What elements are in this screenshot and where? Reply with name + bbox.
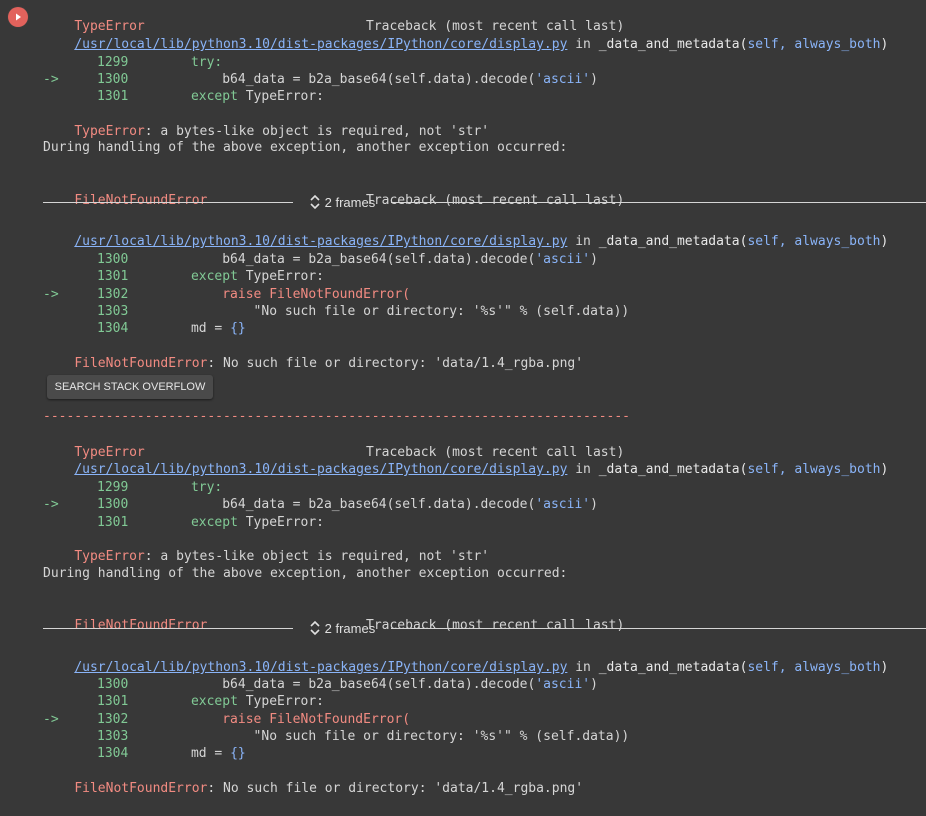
function-name: _data_and_metadata xyxy=(598,462,740,477)
error-name: FileNotFoundError xyxy=(74,356,208,371)
traceback-header: FileNotFoundError Traceback (most recent … xyxy=(43,174,624,208)
frame-location: /usr/local/lib/python3.10/dist-packages/… xyxy=(74,660,889,675)
in-word: in xyxy=(567,37,599,52)
line-number: 1304 xyxy=(97,321,129,336)
frames-label[interactable]: 2 frames xyxy=(309,619,375,639)
run-button-disc xyxy=(8,7,28,27)
code-line: 1303 "No such file or directory: '%s'" %… xyxy=(43,710,629,744)
collapsed-frames-toggle[interactable]: 2 frames xyxy=(43,193,926,213)
code-line: 1301 except TypeError: xyxy=(43,250,324,284)
expand-collapse-icon xyxy=(310,620,320,636)
traceback-header: TypeError Traceback (most recent call las… xyxy=(43,0,624,34)
function-args: self, always_both xyxy=(747,234,881,249)
code-line: 1300 b64_data = b2a_base64(self.data).de… xyxy=(43,233,598,267)
code-text: md = xyxy=(190,321,231,336)
function-args: self, always_both xyxy=(747,660,881,675)
collapsed-frames-toggle[interactable]: 2 frames xyxy=(43,619,926,639)
frame-location: /usr/local/lib/python3.10/dist-packages/… xyxy=(74,234,889,249)
code-text: md = xyxy=(190,746,231,761)
during-handling-text: During handling of the above exception, … xyxy=(43,566,568,581)
keyword: except xyxy=(190,515,246,530)
function-args: self, always_both xyxy=(747,37,881,52)
error-message: TypeError: a bytes-like object is requir… xyxy=(43,530,489,564)
line-number: 1301 xyxy=(97,89,129,104)
line-number: 1304 xyxy=(97,746,129,761)
code-line: 1301 except TypeError: xyxy=(43,675,324,709)
traceback-header: FileNotFoundError Traceback (most recent … xyxy=(43,599,624,633)
string-literal: 'ascii' xyxy=(535,72,591,87)
error-name: TypeError xyxy=(74,549,145,564)
code-text: TypeError: xyxy=(245,89,325,104)
code-text: "No such file or directory: '%s'" % (sel… xyxy=(253,729,630,744)
arrow-right-icon xyxy=(16,13,21,21)
separator-line: ----------------------------------------… xyxy=(43,409,630,424)
code-line: 1303 "No such file or directory: '%s'" %… xyxy=(43,285,629,319)
code-line-current: -> 1300 b64_data = b2a_base64(self.data)… xyxy=(43,497,598,512)
cell-gutter xyxy=(0,0,40,794)
function-name: _data_and_metadata xyxy=(598,234,740,249)
search-stack-overflow-button[interactable]: SEARCH STACK OVERFLOW xyxy=(47,375,213,399)
error-message: FileNotFoundError: No such file or direc… xyxy=(43,337,583,371)
traceback-header: TypeError Traceback (most recent call las… xyxy=(43,426,624,460)
error-name: TypeError xyxy=(74,124,145,139)
keyword: except xyxy=(190,89,246,104)
code-line-current: -> 1300 b64_data = b2a_base64(self.data)… xyxy=(43,72,598,87)
code-text: "No such file or directory: '%s'" % (sel… xyxy=(253,304,630,319)
during-handling-text: During handling of the above exception, … xyxy=(43,140,568,155)
code-line-current: -> 1302 raise FileNotFoundError( xyxy=(43,268,410,302)
error-message: FileNotFoundError: No such file or direc… xyxy=(43,762,583,796)
error-message: TypeError: a bytes-like object is requir… xyxy=(43,105,489,139)
frame-location: /usr/local/lib/python3.10/dist-packages/… xyxy=(74,37,889,52)
function-args: self, always_both xyxy=(747,462,881,477)
function-name: _data_and_metadata xyxy=(598,660,740,675)
frames-label[interactable]: 2 frames xyxy=(309,193,375,213)
code-line: 1299 try: xyxy=(43,36,222,70)
code-line-current: -> 1302 raise FileNotFoundError( xyxy=(43,693,410,727)
code-line: 1301 except TypeError: xyxy=(43,70,324,104)
function-name: _data_and_metadata xyxy=(598,37,740,52)
expand-collapse-icon xyxy=(310,194,320,210)
frame-location: /usr/local/lib/python3.10/dist-packages/… xyxy=(74,462,889,477)
code-line: 1304 md = {} xyxy=(43,727,246,761)
error-text: : a bytes-like object is required, not '… xyxy=(144,124,490,139)
error-text: : No such file or directory: 'data/1.4_r… xyxy=(207,356,584,371)
code-line: 1304 md = {} xyxy=(43,302,246,336)
error-text: : a bytes-like object is required, not '… xyxy=(144,549,490,564)
code-line: 1301 except TypeError: xyxy=(43,496,324,530)
code-line: 1300 b64_data = b2a_base64(self.data).de… xyxy=(43,658,598,692)
run-cell-button[interactable] xyxy=(7,6,29,28)
code-line: 1299 try: xyxy=(43,461,222,495)
